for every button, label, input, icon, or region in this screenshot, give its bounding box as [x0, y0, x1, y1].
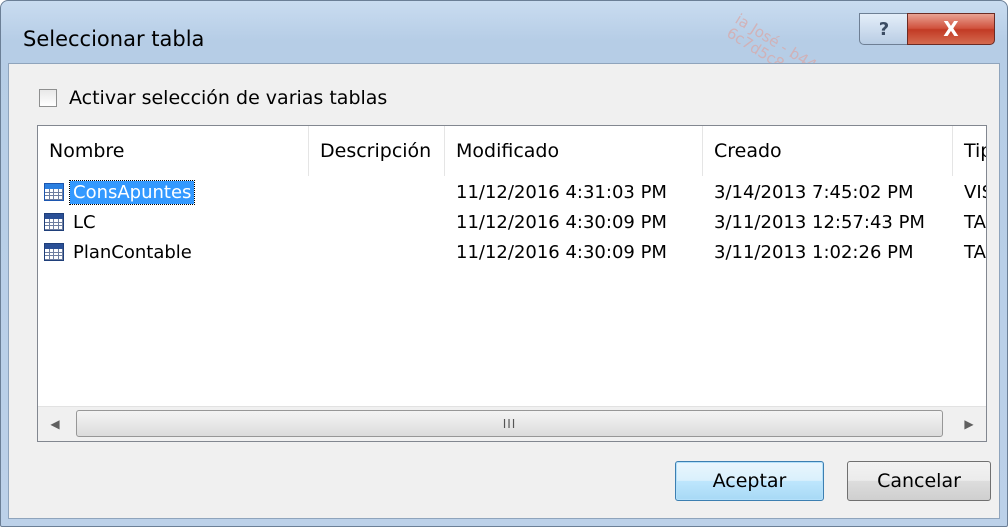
column-header-descripcion[interactable]: Descripción [309, 126, 445, 176]
row-name: ConsApuntes [68, 179, 196, 205]
column-header-tipo[interactable]: Tipo [953, 126, 986, 176]
table-icon [44, 243, 64, 261]
multi-select-option[interactable]: Activar selección de varias tablas [39, 87, 387, 109]
row-modified: 11/12/2016 4:30:09 PM [456, 211, 667, 233]
scroll-left-icon[interactable]: ◀ [38, 407, 72, 441]
table-row[interactable]: ConsApuntes 11/12/2016 4:31:03 PM 3/14/2… [38, 177, 986, 207]
column-header-nombre[interactable]: Nombre [38, 126, 309, 176]
row-name-cell[interactable]: ConsApuntes [44, 177, 196, 207]
help-button[interactable]: ? [859, 13, 908, 45]
multi-select-label[interactable]: Activar selección de varias tablas [69, 87, 387, 109]
row-modified: 11/12/2016 4:30:09 PM [456, 241, 667, 263]
close-button[interactable]: X [907, 13, 995, 45]
multi-select-checkbox[interactable] [39, 89, 57, 107]
row-created: 3/14/2013 7:45:02 PM [714, 181, 914, 203]
list-header: Nombre Descripción Modificado Creado Tip… [38, 126, 986, 176]
column-header-creado[interactable]: Creado [703, 126, 953, 176]
row-name-cell[interactable]: LC [44, 207, 99, 237]
row-type: TABLA [964, 211, 986, 233]
row-name: PlanContable [73, 241, 192, 263]
scroll-right-icon[interactable]: ▶ [952, 407, 986, 441]
accept-button[interactable]: Aceptar [675, 461, 824, 501]
column-header-modificado[interactable]: Modificado [445, 126, 703, 176]
horizontal-scrollbar[interactable]: ◀ III ▶ [38, 406, 986, 441]
row-created: 3/11/2013 12:57:43 PM [714, 211, 925, 233]
row-type: VISTA [964, 181, 986, 203]
row-created: 3/11/2013 1:02:26 PM [714, 241, 914, 263]
table-row[interactable]: PlanContable 11/12/2016 4:30:09 PM 3/11/… [38, 237, 986, 267]
cancel-button[interactable]: Cancelar [847, 461, 991, 501]
row-name-cell[interactable]: PlanContable [44, 237, 195, 267]
view-table-icon [44, 183, 64, 201]
table-row[interactable]: LC 11/12/2016 4:30:09 PM 3/11/2013 12:57… [38, 207, 986, 237]
dialog-window: Seleccionar tabla ? X ia José - b44855d-… [0, 0, 1008, 527]
scrollbar-thumb[interactable]: III [76, 410, 943, 437]
tables-list[interactable]: Nombre Descripción Modificado Creado Tip… [37, 125, 987, 442]
row-name: LC [73, 211, 96, 233]
window-title: Seleccionar tabla [23, 27, 205, 51]
row-type: TABLA [964, 241, 986, 263]
table-icon [44, 213, 64, 231]
row-modified: 11/12/2016 4:31:03 PM [456, 181, 667, 203]
